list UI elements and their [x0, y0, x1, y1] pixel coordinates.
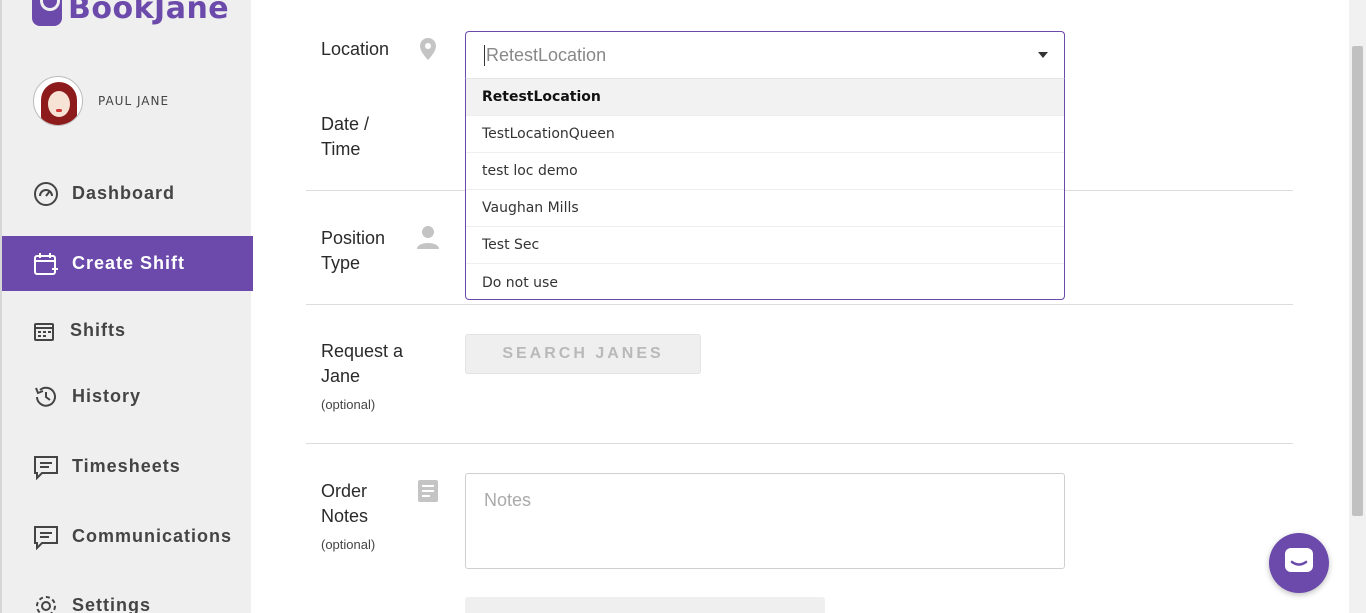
sidebar-item-label: Communications: [72, 526, 233, 546]
sidebar-item-label: Create Shift: [72, 253, 186, 273]
position-type-label: Position Type: [321, 226, 385, 276]
sidebar-item-communications[interactable]: Communications: [2, 509, 253, 564]
location-pin-icon: [416, 37, 440, 61]
avatar: [33, 76, 83, 126]
search-janes-button[interactable]: SEARCH JANES: [465, 334, 701, 374]
datetime-label-line1: Date /: [321, 114, 370, 134]
location-option[interactable]: test loc demo: [466, 153, 1064, 190]
request-optional-label: (optional): [321, 397, 376, 412]
sidebar-item-dashboard[interactable]: Dashboard: [2, 166, 253, 221]
request-label-line1: Request a: [321, 341, 404, 361]
request-label-line2: Jane: [321, 366, 361, 386]
location-select-value: RetestLocation: [484, 45, 607, 66]
sidebar-item-history[interactable]: History: [2, 369, 253, 424]
sidebar-item-label: History: [72, 386, 142, 406]
user-name: PAUL JANE: [98, 94, 170, 108]
history-clock-icon: [32, 383, 60, 411]
notes-placeholder: Notes: [484, 490, 532, 510]
position-label-line2: Type: [321, 253, 361, 273]
page-scrollbar[interactable]: [1349, 0, 1366, 613]
datetime-label-line2: Time: [321, 139, 361, 159]
datetime-label: Date / Time: [321, 112, 369, 162]
location-option[interactable]: Do not use: [466, 264, 1064, 301]
next-field-partial[interactable]: [465, 597, 825, 613]
notes-label-line2: Notes: [321, 506, 369, 526]
sidebar-item-shifts[interactable]: Shifts: [2, 303, 253, 358]
gear-icon: [32, 592, 60, 613]
sidebar-item-settings[interactable]: Settings: [2, 578, 253, 613]
divider: [306, 304, 1293, 305]
location-dropdown-menu: RetestLocation TestLocationQueen test lo…: [465, 78, 1065, 300]
dashboard-gauge-icon: [32, 180, 60, 208]
sidebar-item-create-shift[interactable]: Create Shift: [2, 236, 253, 291]
divider: [306, 443, 1293, 444]
sidebar-item-label: Settings: [72, 595, 152, 613]
sidebar-item-label: Dashboard: [72, 183, 176, 203]
brand-name: BookJane: [68, 0, 230, 26]
notes-label-line1: Order: [321, 481, 368, 501]
chevron-down-icon[interactable]: [1038, 52, 1048, 58]
order-notes-label: Order Notes: [321, 479, 368, 529]
chat-bubble-icon: [1284, 547, 1314, 579]
location-option[interactable]: Test Sec: [466, 227, 1064, 264]
calendar-icon: [32, 317, 56, 345]
calendar-plus-icon: [32, 250, 60, 278]
brand-logo[interactable]: BookJane: [32, 0, 229, 28]
communications-message-icon: [32, 523, 60, 551]
location-select[interactable]: RetestLocation: [465, 31, 1065, 78]
request-jane-label: Request a Jane: [321, 339, 403, 389]
brand-logo-mark: [32, 0, 62, 26]
chat-launcher-button[interactable]: [1269, 533, 1329, 593]
app-window: BookJane PAUL JANE Dashboard Create Shif…: [0, 0, 1366, 613]
order-notes-textarea[interactable]: Notes: [465, 473, 1065, 569]
scrollbar-thumb[interactable]: [1352, 46, 1363, 516]
timesheet-message-icon: [32, 453, 60, 481]
sidebar: BookJane PAUL JANE Dashboard Create Shif…: [0, 0, 253, 613]
position-label-line1: Position: [321, 228, 386, 248]
sidebar-item-timesheets[interactable]: Timesheets: [2, 439, 253, 494]
location-label: Location: [321, 39, 390, 59]
location-option[interactable]: Vaughan Mills: [466, 190, 1064, 227]
sidebar-item-label: Shifts: [70, 320, 127, 340]
location-option[interactable]: TestLocationQueen: [466, 116, 1064, 153]
user-profile[interactable]: PAUL JANE: [33, 76, 169, 126]
sidebar-item-label: Timesheets: [72, 456, 181, 476]
notes-document-icon: [416, 479, 440, 503]
notes-optional-label: (optional): [321, 537, 376, 552]
location-option[interactable]: RetestLocation: [466, 79, 1064, 116]
person-icon: [416, 225, 440, 249]
